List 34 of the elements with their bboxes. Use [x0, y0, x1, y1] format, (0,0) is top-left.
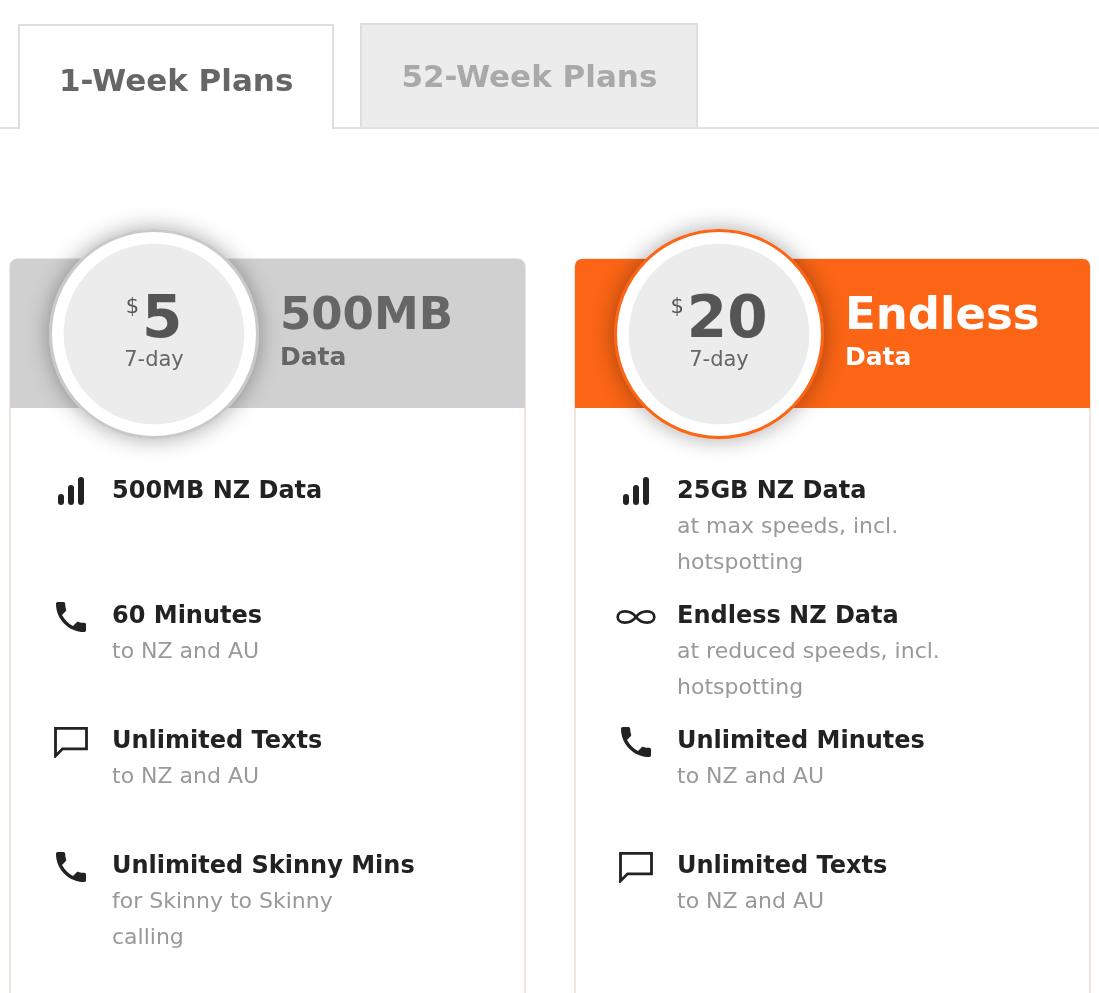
price-period: 7-day	[689, 345, 749, 372]
feature-title: Endless NZ Data	[677, 600, 899, 631]
feature-title: Unlimited Texts	[677, 850, 888, 881]
signal-bars-icon	[58, 477, 84, 505]
feature-detail: to NZ and AU	[112, 637, 260, 665]
feature-title: 500MB NZ Data	[112, 475, 323, 506]
plan-tab[interactable]: 1-Week Plans	[18, 24, 335, 129]
plan-title: Endless	[845, 287, 1040, 340]
price-amount: 5	[142, 287, 183, 346]
plan-subtitle: Data	[845, 340, 913, 373]
plan-subtitle: Data	[280, 340, 348, 373]
signal-bars-icon	[623, 477, 649, 505]
phone-icon	[56, 602, 86, 632]
feature-detail: for Skinny to Skinny calling	[112, 887, 334, 951]
feature-detail: at reduced speeds, incl. hotspotting	[677, 637, 941, 701]
feature-detail: to NZ and AU	[677, 887, 825, 915]
feature-detail: to NZ and AU	[677, 762, 825, 790]
feature-title: Unlimited Minutes	[677, 725, 925, 756]
chat-bubble-icon	[619, 852, 653, 883]
feature-detail: at max speeds, incl. hotspotting	[677, 512, 900, 576]
price-amount: 20	[686, 287, 768, 346]
feature-title: Unlimited Skinny Mins	[112, 850, 415, 881]
feature-title: 25GB NZ Data	[677, 475, 867, 506]
currency-symbol: $	[670, 295, 684, 317]
plan-title: 500MB	[280, 287, 453, 340]
feature-detail: to NZ and AU	[112, 762, 260, 790]
feature-title: Unlimited Texts	[112, 725, 323, 756]
chat-bubble-icon	[54, 727, 88, 758]
infinity-icon	[616, 610, 656, 624]
phone-icon	[56, 852, 86, 882]
feature-title: 60 Minutes	[112, 600, 263, 631]
phone-icon	[621, 727, 651, 757]
price-period: 7-day	[124, 345, 184, 372]
currency-symbol: $	[125, 295, 139, 317]
